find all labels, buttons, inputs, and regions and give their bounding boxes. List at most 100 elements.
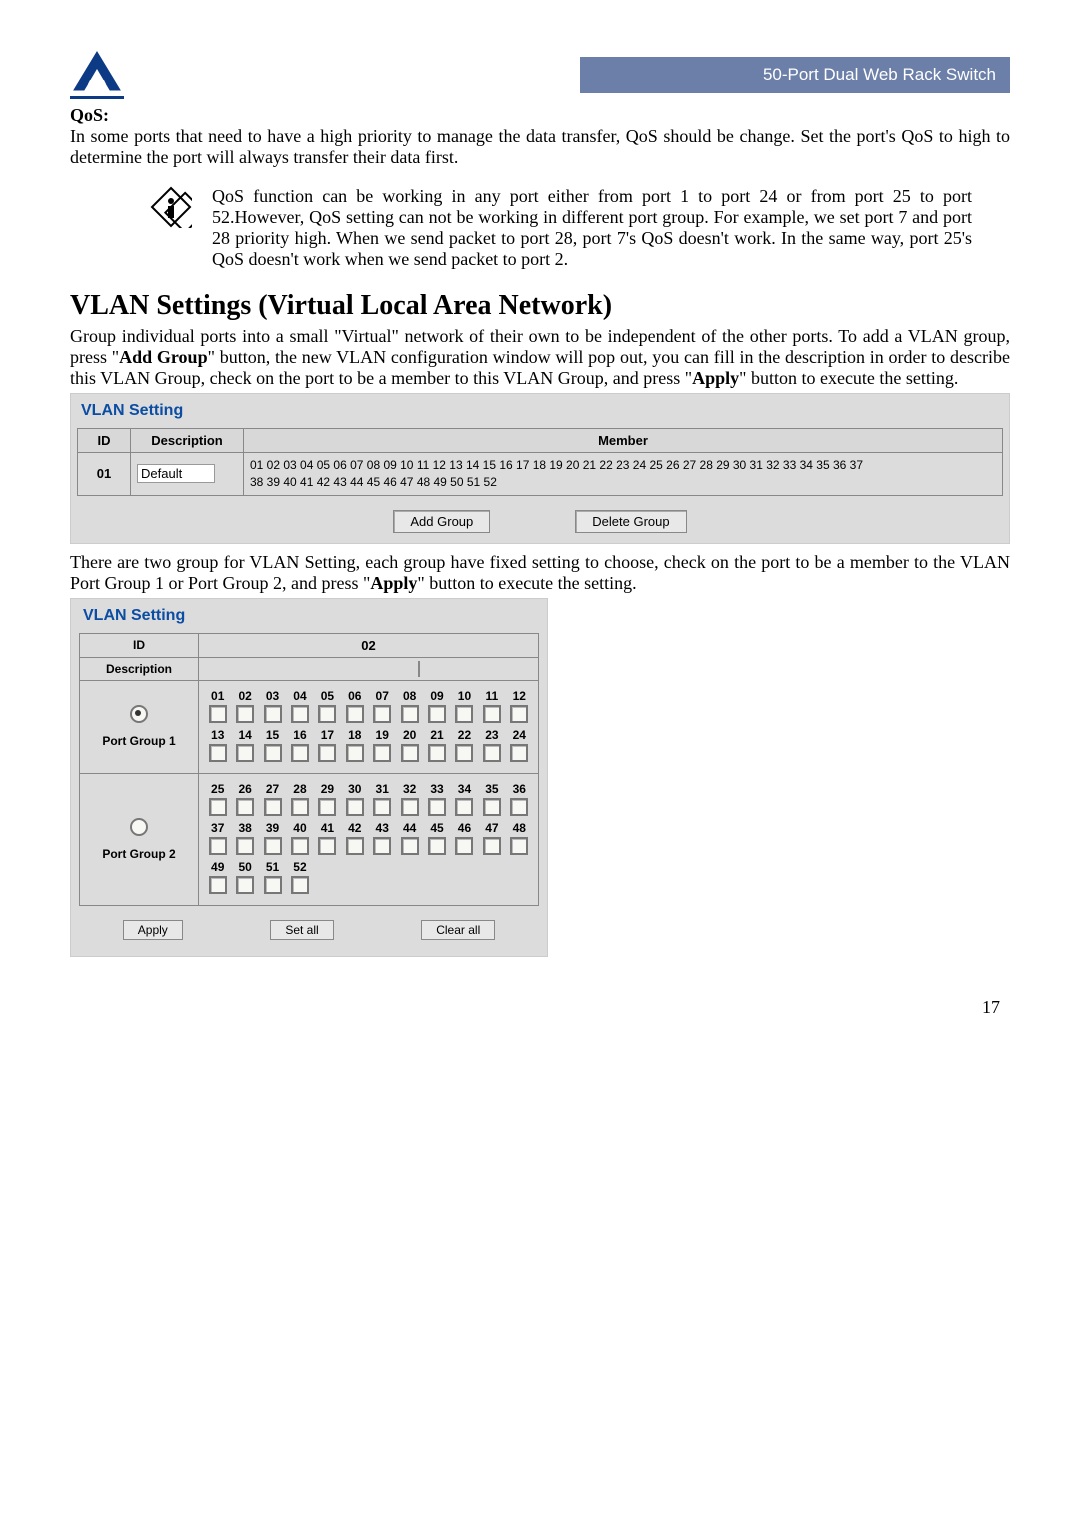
port-checkbox[interactable] [373,837,391,855]
port-checkbox[interactable] [264,798,282,816]
table-row: 01 01 02 03 04 05 06 07 08 09 10 11 12 1… [78,453,1003,496]
row-member: 01 02 03 04 05 06 07 08 09 10 11 12 13 1… [244,453,1003,496]
delete-group-button[interactable]: Delete Group [575,510,686,533]
vlan-table-2: ID 02 Description Port Group 1 010203040… [79,633,539,906]
port-label: 20 [397,728,422,742]
port-label: 47 [479,821,504,835]
port-label: 07 [369,689,394,703]
apply-button[interactable]: Apply [123,920,183,940]
description-input-2[interactable] [418,661,420,677]
col-member: Member [244,429,1003,453]
clear-all-button[interactable]: Clear all [421,920,495,940]
port-checkbox[interactable] [428,837,446,855]
port-checkbox[interactable] [428,744,446,762]
port-label: 17 [315,728,340,742]
port-checkbox[interactable] [346,705,364,723]
port-checkbox[interactable] [483,798,501,816]
port-checkbox[interactable] [209,798,227,816]
port-group-1-radio[interactable] [130,705,148,723]
port-checkbox[interactable] [291,744,309,762]
port-checkbox[interactable] [510,837,528,855]
port-checkbox[interactable] [346,837,364,855]
vlan-box2-title: VLAN Setting [83,607,539,625]
port-checkbox[interactable] [455,837,473,855]
vlan-setting-box-1: VLAN Setting ID Description Member 01 01… [70,393,1010,544]
port-label: 52 [287,860,312,874]
port-label: 45 [424,821,449,835]
port-checkbox[interactable] [264,705,282,723]
port-checkbox[interactable] [318,798,336,816]
port-checkbox[interactable] [373,705,391,723]
port-label: 08 [397,689,422,703]
port-label: 27 [260,782,285,796]
port-checkbox[interactable] [209,876,227,894]
port-checkbox[interactable] [510,744,528,762]
port-checkbox[interactable] [236,837,254,855]
port-checkbox[interactable] [373,798,391,816]
set-all-button[interactable]: Set all [270,920,333,940]
port-label: 22 [452,728,477,742]
port-label: 12 [507,689,532,703]
port-checkbox[interactable] [209,837,227,855]
port-checkbox[interactable] [318,744,336,762]
port-checkbox[interactable] [236,876,254,894]
port-label: 14 [232,728,257,742]
port-checkbox[interactable] [455,798,473,816]
port-checkbox[interactable] [483,705,501,723]
qos-note: QoS function can be working in any port … [212,186,972,270]
port-checkbox[interactable] [318,705,336,723]
port-label: 13 [205,728,230,742]
port-checkbox[interactable] [401,705,419,723]
add-group-button[interactable]: Add Group [393,510,490,533]
port-group-2-radio[interactable] [130,818,148,836]
port-label: 23 [479,728,504,742]
description-input[interactable] [137,464,215,483]
port-checkbox[interactable] [455,744,473,762]
port-checkbox[interactable] [346,744,364,762]
id-value: 02 [199,633,539,657]
port-checkbox[interactable] [401,798,419,816]
port-label: 37 [205,821,230,835]
port-label: 49 [205,860,230,874]
id-label: ID [80,633,199,657]
port-checkbox[interactable] [510,798,528,816]
page-number: 17 [70,997,1010,1018]
port-checkbox[interactable] [428,798,446,816]
vlan-para1: Group individual ports into a small "Vir… [70,326,1010,389]
port-label: 03 [260,689,285,703]
port-checkbox[interactable] [236,798,254,816]
description-label: Description [80,657,199,680]
port-checkbox[interactable] [264,876,282,894]
port-checkbox[interactable] [510,705,528,723]
port-checkbox[interactable] [236,744,254,762]
port-label: 34 [452,782,477,796]
description-cell [199,657,539,680]
port-checkbox[interactable] [483,837,501,855]
port-label: 02 [232,689,257,703]
port-checkbox[interactable] [291,798,309,816]
port-checkbox[interactable] [209,744,227,762]
port-checkbox[interactable] [291,876,309,894]
port-checkbox[interactable] [455,705,473,723]
row-id: 01 [78,453,131,496]
port-checkbox[interactable] [401,837,419,855]
port-checkbox[interactable] [291,705,309,723]
port-label: 44 [397,821,422,835]
port-label: 41 [315,821,340,835]
port-checkbox[interactable] [264,837,282,855]
port-label: 16 [287,728,312,742]
port-group-2-cell: Port Group 2 [80,773,199,905]
port-checkbox[interactable] [428,705,446,723]
row-desc-cell [131,453,244,496]
port-checkbox[interactable] [209,705,227,723]
port-checkbox[interactable] [291,837,309,855]
port-checkbox[interactable] [483,744,501,762]
port-checkbox[interactable] [236,705,254,723]
port-checkbox[interactable] [346,798,364,816]
port-checkbox[interactable] [401,744,419,762]
port-checkbox[interactable] [318,837,336,855]
header-title-bar: 50-Port Dual Web Rack Switch [580,57,1010,93]
port-checkbox[interactable] [373,744,391,762]
port-label: 18 [342,728,367,742]
port-checkbox[interactable] [264,744,282,762]
